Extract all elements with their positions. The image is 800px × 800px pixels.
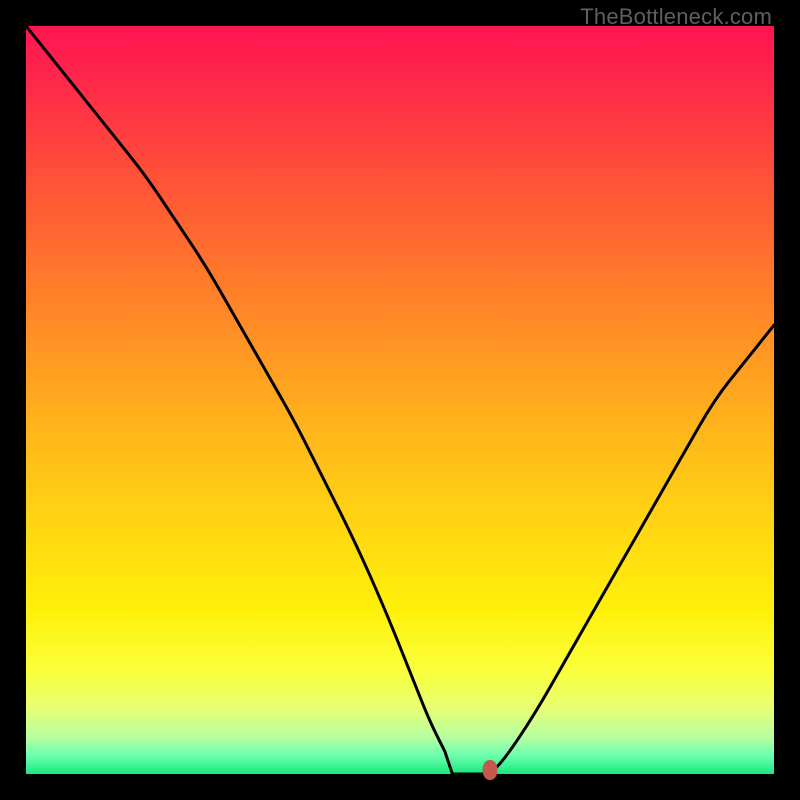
watermark-text: TheBottleneck.com (580, 4, 772, 30)
chart-frame (26, 26, 774, 774)
chart-plot (26, 26, 774, 774)
gradient-bg (26, 26, 774, 774)
optimal-point-marker (482, 760, 497, 780)
